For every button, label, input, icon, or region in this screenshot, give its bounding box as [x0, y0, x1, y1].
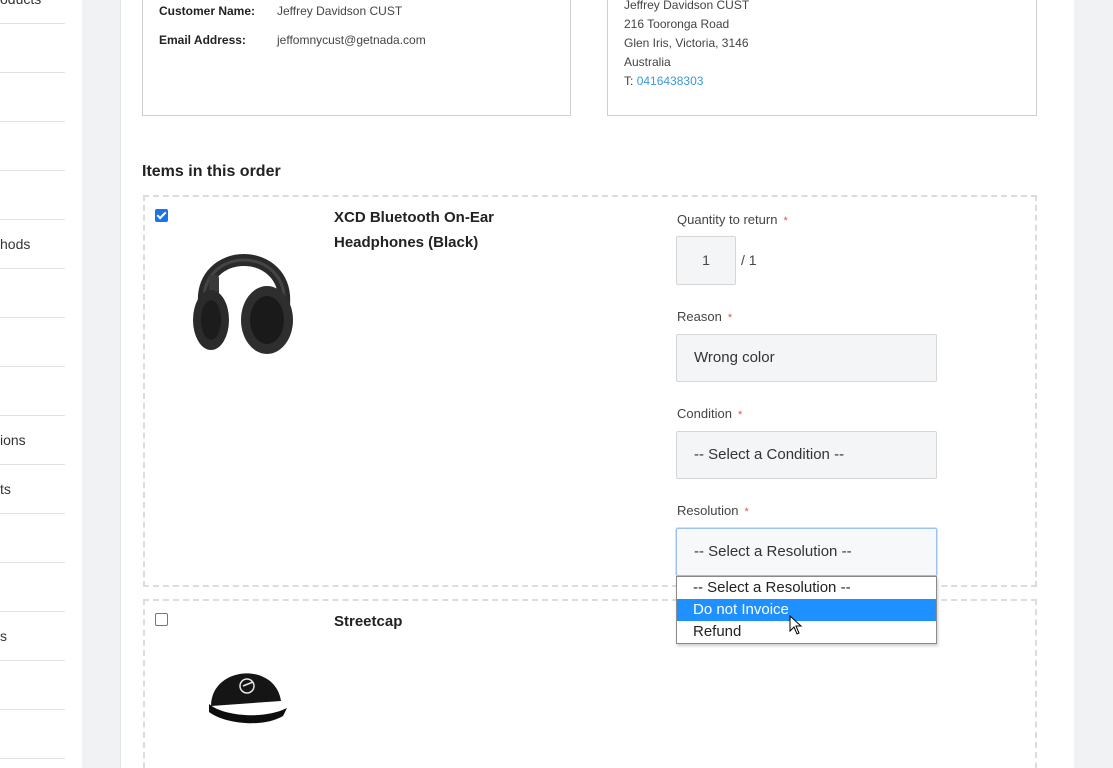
quantity-label-text: Quantity to return [677, 212, 778, 227]
sidebar-item[interactable] [0, 269, 65, 318]
required-marker: * [783, 215, 788, 227]
sidebar-item-options[interactable]: ions [0, 416, 65, 465]
item-select-checkbox[interactable] [155, 613, 168, 626]
resolution-label-text: Resolution [677, 503, 739, 518]
product-name-line1: XCD Bluetooth On-Ear [334, 209, 494, 226]
item-select-checkbox[interactable] [155, 209, 168, 222]
condition-select[interactable]: -- Select a Condition -- [676, 431, 937, 479]
sidebar-item-products[interactable]: oducts [0, 0, 65, 24]
address-country: Australia [624, 55, 671, 69]
customer-details-box: Customer Name: Jeffrey Davidson CUST Ema… [142, 0, 571, 116]
resolution-select[interactable]: -- Select a Resolution -- [676, 528, 937, 576]
sidebar-item[interactable] [0, 318, 65, 367]
sidebar-item[interactable] [0, 661, 65, 710]
sidebar: oducts hods ions ts s [0, 0, 82, 768]
condition-label: Condition * [677, 406, 742, 421]
customer-name-label: Customer Name: [159, 4, 256, 18]
required-marker: * [727, 312, 733, 324]
sidebar-item-label: ions [0, 432, 26, 448]
dropdown-option[interactable]: Refund [677, 621, 936, 643]
sidebar-item-methods[interactable]: hods [0, 220, 65, 269]
dropdown-option[interactable]: -- Select a Resolution -- [677, 577, 936, 599]
sidebar-item[interactable] [0, 122, 65, 171]
reason-label: Reason * [677, 309, 732, 324]
customer-name-value: Jeffrey Davidson CUST [277, 4, 403, 18]
shipping-address-box: Jeffrey Davidson CUST 216 Tooronga Road … [607, 0, 1037, 116]
sidebar-item[interactable] [0, 514, 65, 563]
product-name: XCD Bluetooth On-Ear Headphones (Black) [334, 205, 494, 255]
quantity-label: Quantity to return * [677, 212, 788, 227]
quantity-input[interactable]: 1 [676, 236, 736, 285]
cap-product-image [209, 673, 287, 724]
reason-select[interactable]: Wrong color [676, 334, 937, 382]
address-name: Jeffrey Davidson CUST [624, 0, 750, 12]
sidebar-item-label: hods [0, 236, 31, 252]
dropdown-option-highlighted[interactable]: Do not Invoice [677, 599, 936, 621]
sidebar-item[interactable] [0, 563, 65, 612]
resolution-label: Resolution * [677, 503, 749, 518]
customer-email-label: Email Address: [159, 33, 246, 47]
sidebar-item-reports[interactable]: ts [0, 465, 65, 514]
address-street: 216 Tooronga Road [624, 17, 730, 31]
sidebar-item-settings[interactable]: s [0, 612, 65, 661]
mouse-cursor-icon [789, 615, 803, 635]
product-name: Streetcap [334, 613, 403, 630]
sidebar-item-label: ts [0, 481, 11, 497]
phone-link[interactable]: 0416438303 [637, 74, 704, 88]
sidebar-item-label: oducts [0, 0, 41, 7]
required-marker: * [744, 506, 749, 518]
sidebar-item[interactable] [0, 24, 65, 73]
sidebar-item[interactable] [0, 710, 65, 759]
condition-label-text: Condition [677, 406, 732, 421]
page-background [1074, 0, 1113, 768]
address-phone-row: T: 0416438303 [624, 74, 703, 88]
product-name-line2: Headphones (Black) [334, 234, 479, 251]
sidebar-item[interactable] [0, 367, 65, 416]
phone-prefix: T: [624, 74, 634, 88]
sidebar-item[interactable] [0, 171, 65, 220]
address-city: Glen Iris, Victoria, 3146 [624, 36, 749, 50]
quantity-total: / 1 [741, 252, 757, 268]
reason-label-text: Reason [677, 309, 722, 324]
sidebar-item-label: s [0, 628, 7, 644]
sidebar-item[interactable] [0, 73, 65, 122]
items-section-title: Items in this order [142, 163, 281, 180]
right-gutter [1056, 0, 1074, 768]
return-form: Customer Name: Jeffrey Davidson CUST Ema… [120, 0, 1057, 768]
headphones-product-image [193, 254, 293, 354]
customer-email-value: jeffomnycust@getnada.com [277, 33, 426, 47]
resolution-dropdown-list[interactable]: -- Select a Resolution -- Do not Invoice… [676, 576, 937, 644]
content-gutter [82, 0, 120, 768]
required-marker: * [737, 409, 743, 421]
